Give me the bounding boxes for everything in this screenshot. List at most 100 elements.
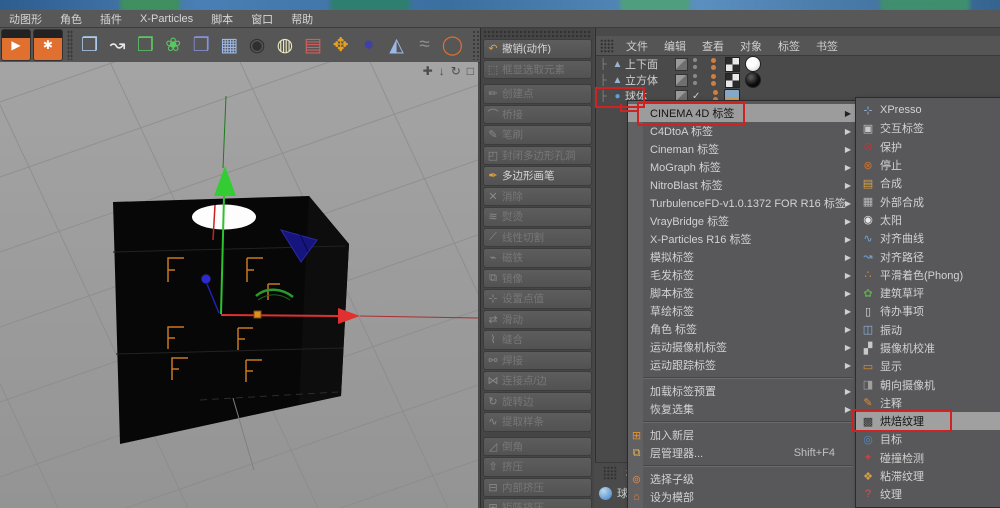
cube-primitive-icon[interactable]: ❒	[76, 30, 104, 60]
palette-item-set-point-value[interactable]: ⊹ 设置点值	[483, 289, 592, 309]
submenu-item-protection[interactable]: ⊘ 保护	[856, 138, 1000, 156]
texture-tag-white-icon[interactable]	[745, 56, 761, 72]
z-axis-ball[interactable]	[200, 273, 212, 285]
submenu-item-align-to-path[interactable]: ↝ 对齐路径	[856, 247, 1000, 265]
palette-item-connect-points[interactable]: ⋈ 连接点/边	[483, 371, 592, 391]
texture-tag-black-icon[interactable]	[745, 72, 761, 88]
palette-item-close-polygon-hole[interactable]: ◰ 封闭多边形孔洞	[483, 145, 592, 165]
viewport-zoom-icon[interactable]: ↓	[439, 64, 445, 78]
attribute-grip[interactable]	[603, 466, 617, 480]
submenu-item-stick-texture[interactable]: ❖ 粘滞纹理	[856, 467, 1000, 485]
om-menu-edit[interactable]: 编辑	[656, 38, 694, 54]
submenu-item-collision-detection[interactable]: ✦ 碰撞检测	[856, 449, 1000, 467]
object-manager-grip[interactable]	[600, 38, 614, 53]
submenu-item-align-to-spline[interactable]: ∿ 对齐曲线	[856, 229, 1000, 247]
palette-item-frame-selected[interactable]: ⬚ 框显选取元素	[483, 59, 592, 79]
deformer-cube-icon[interactable]: ❒	[187, 30, 215, 60]
submenu-item-camera-calibrator[interactable]: ▞ 摄像机校准	[856, 339, 1000, 357]
context-item-layer-manager[interactable]: ⧉ 层管理器... Shift+F4	[628, 444, 857, 462]
palette-item-extrude-inner[interactable]: ⊟ 内部挤压	[483, 477, 592, 497]
palette-item-extrude[interactable]: ⇧ 挤压	[483, 457, 592, 477]
context-item-turbulencefd-tags[interactable]: TurbulenceFD-v1.0.1372 FOR R16 标签 ▶	[628, 194, 857, 212]
palette-item-bridge[interactable]: ⌒ 桥接	[483, 104, 592, 124]
om-menu-object[interactable]: 对象	[732, 38, 770, 54]
visibility-dots-icon[interactable]	[692, 58, 698, 70]
palette-item-stitch[interactable]: ⌇ 缝合	[483, 330, 592, 350]
context-item-cineman-tags[interactable]: Cineman 标签 ▶	[628, 140, 857, 158]
context-item-add-to-new-layer[interactable]: ⊞ 加入新层	[628, 426, 857, 444]
palette-item-brush[interactable]: ✎ 笔刷	[483, 125, 592, 145]
layer-toggle-icon[interactable]	[675, 57, 688, 71]
menu-xparticles[interactable]: X-Particles	[131, 10, 202, 27]
palette-item-slide[interactable]: ⇄ 滑动	[483, 309, 592, 329]
object-name[interactable]: 立方体	[625, 72, 667, 88]
context-item-load-tag-preset[interactable]: 加载标签预置 ▶	[628, 382, 857, 400]
submenu-item-stop[interactable]: ⊗ 停止	[856, 156, 1000, 174]
submenu-item-compositing[interactable]: ▤ 合成	[856, 174, 1000, 192]
viewport-maximize-icon[interactable]: □	[467, 64, 474, 78]
context-item-restore-selection[interactable]: 恢复选集 ▶	[628, 400, 857, 418]
context-item-script-tags[interactable]: 脚本标签 ▶	[628, 284, 857, 302]
om-menu-bookmarks[interactable]: 书签	[808, 38, 846, 54]
submenu-item-sun[interactable]: ◉ 太阳	[856, 211, 1000, 229]
object-row-top-bottom[interactable]: ├ ▲ 上下面	[596, 56, 1000, 72]
coordinates-xyz-icon[interactable]: ✥	[327, 30, 355, 60]
object-row-cube[interactable]: ├ ▲ 立方体	[596, 72, 1000, 88]
submenu-item-architectural-grass[interactable]: ✿ 建筑草坪	[856, 284, 1000, 302]
context-item-mograph-tags[interactable]: MoGraph 标签 ▶	[628, 158, 857, 176]
submenu-item-todo[interactable]: ▯ 待办事项	[856, 302, 1000, 320]
axis-scale-handle[interactable]	[253, 310, 262, 319]
floor-icon[interactable]: ▦	[215, 30, 243, 60]
spline-pen-icon[interactable]: ↝	[104, 30, 132, 60]
palette-item-extract-spline[interactable]: ∿ 提取样条	[483, 412, 592, 432]
palette-grip[interactable]	[483, 30, 592, 38]
layer-toggle-icon[interactable]	[675, 73, 688, 87]
light-icon[interactable]: ◍	[271, 30, 299, 60]
menu-window[interactable]: 窗口	[242, 10, 282, 27]
palette-item-weld[interactable]: ⚯ 焊接	[483, 350, 592, 370]
uvw-tag-icon[interactable]	[725, 56, 740, 72]
palette-item-bevel[interactable]: ◿ 倒角	[483, 436, 592, 456]
object-name[interactable]: 上下面	[625, 56, 667, 72]
context-item-nitroblast-tags[interactable]: NitroBlast 标签 ▶	[628, 176, 857, 194]
context-item-vraybridge-tags[interactable]: VrayBridge 标签 ▶	[628, 212, 857, 230]
menu-script[interactable]: 脚本	[202, 10, 242, 27]
context-item-xparticles-tags[interactable]: X-Particles R16 标签 ▶	[628, 230, 857, 248]
render-region-icon[interactable]: ◯	[438, 30, 466, 60]
submenu-item-display[interactable]: ▭ 显示	[856, 357, 1000, 375]
submenu-item-vibrate[interactable]: ◫ 振动	[856, 321, 1000, 339]
context-item-motion-camera-tags[interactable]: 运动摄像机标签 ▶	[628, 338, 857, 356]
palette-item-rotate-edge[interactable]: ↻ 旋转边	[483, 391, 592, 411]
render-settings-icon[interactable]: ✱	[32, 29, 63, 61]
submenu-item-annotation[interactable]: ✎ 注释	[856, 394, 1000, 412]
context-item-c4dtoa-tags[interactable]: C4DtoA 标签 ▶	[628, 122, 857, 140]
palette-item-undo-action[interactable]: ↶ 撤销(动作)	[483, 39, 592, 59]
palette-item-dissolve[interactable]: ✕ 消除	[483, 186, 592, 206]
menu-mograph[interactable]: 动图形	[0, 10, 51, 27]
om-menu-tags[interactable]: 标签	[770, 38, 808, 54]
context-item-cinema4d-tags[interactable]: CINEMA 4D 标签 ▶	[628, 104, 857, 122]
context-item-select-children[interactable]: ⊚ 选择子级	[628, 470, 857, 488]
palette-item-mirror[interactable]: ⧉ 镜像	[483, 268, 592, 288]
om-menu-file[interactable]: 文件	[618, 38, 656, 54]
palette-item-polygon-pen[interactable]: ✒ 多边形画笔	[483, 166, 592, 186]
submenu-item-bake-texture[interactable]: ▩ 烘焙纹理	[856, 412, 1000, 431]
context-item-set-as-root[interactable]: ⌂ 设为模部	[628, 488, 857, 506]
enable-dots-icon[interactable]	[710, 57, 717, 71]
camera-icon[interactable]: ◉	[243, 30, 271, 60]
array-generator-icon[interactable]: ❀	[159, 30, 187, 60]
environment-icon[interactable]: ●	[355, 30, 383, 60]
palette-item-line-cut[interactable]: ⟋ 线性切割	[483, 227, 592, 247]
uvw-tag-icon[interactable]	[725, 72, 740, 88]
submenu-item-look-at-camera[interactable]: ◨ 朝向摄像机	[856, 375, 1000, 393]
perspective-viewport[interactable]: ✚ ↓ ↻ □	[0, 62, 478, 508]
menu-character[interactable]: 角色	[51, 10, 91, 27]
menu-help[interactable]: 帮助	[282, 10, 322, 27]
submenu-item-interaction-tag[interactable]: ▣ 交互标签	[856, 119, 1000, 137]
submenu-item-xpresso[interactable]: ⊹ XPresso	[856, 101, 1000, 119]
visibility-dots-icon[interactable]	[692, 74, 698, 86]
context-item-hair-tags[interactable]: 毛发标签 ▶	[628, 266, 857, 284]
viewport-rotate-icon[interactable]: ↻	[451, 64, 461, 78]
particle-emitter-icon[interactable]: ◭	[383, 30, 411, 60]
context-item-sketch-tags[interactable]: 草绘标签 ▶	[628, 302, 857, 320]
